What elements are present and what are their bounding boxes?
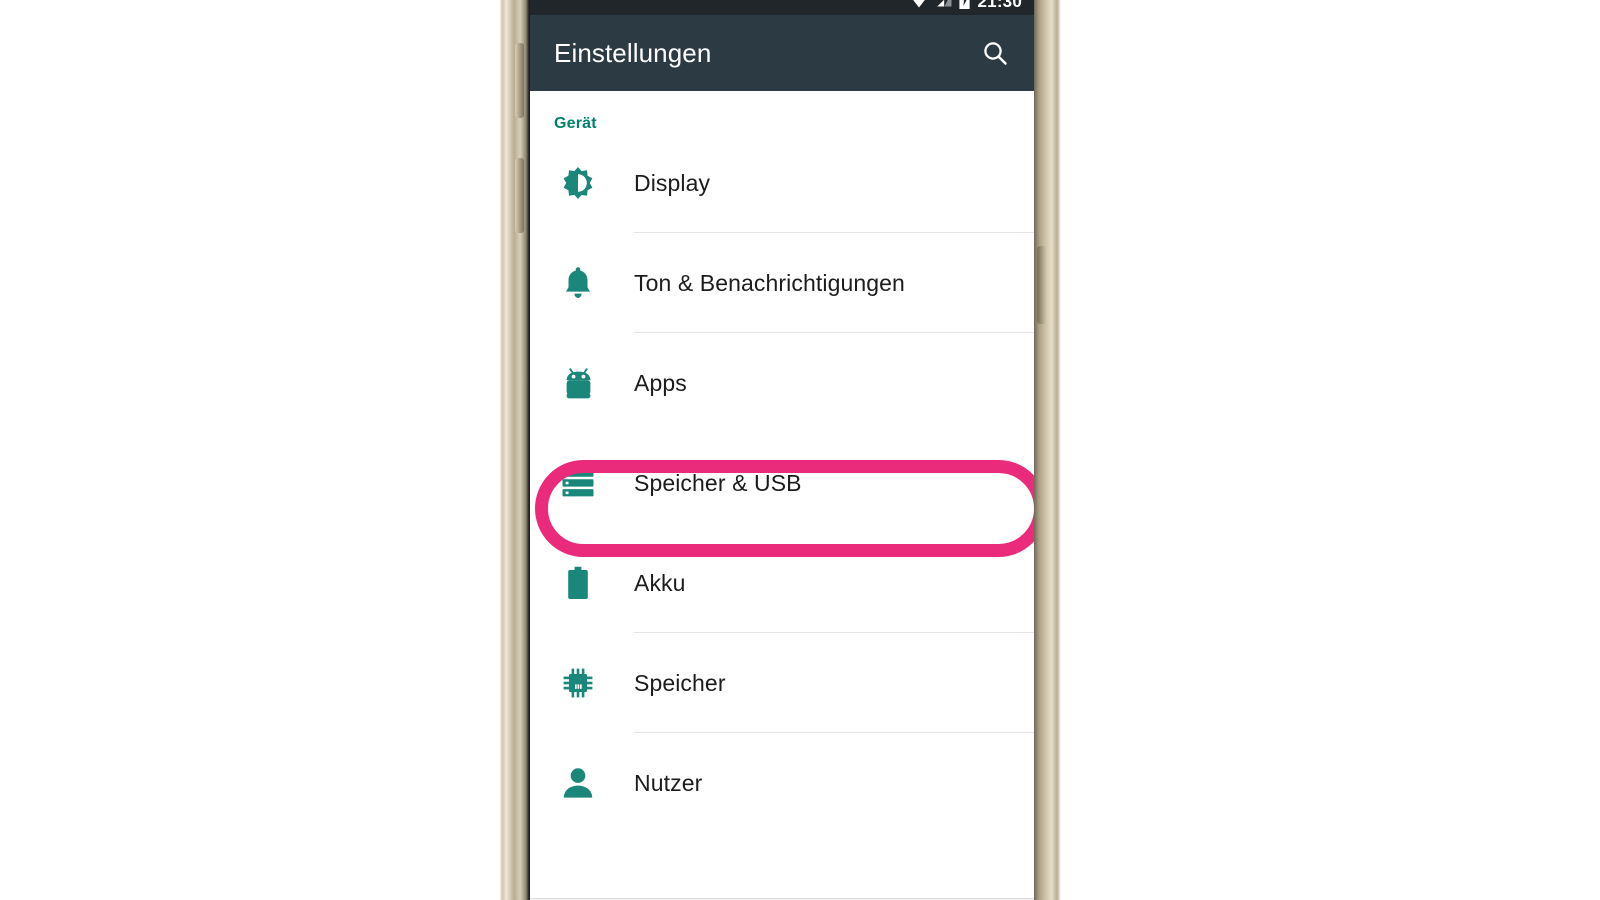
battery-icon (554, 566, 602, 600)
settings-row-display[interactable]: Display (530, 133, 1034, 233)
status-bar-icons (909, 0, 971, 14)
settings-row-label: Nutzer (634, 769, 703, 796)
settings-row-label: Ton & Benachrichtigungen (634, 269, 905, 296)
settings-row-label: Speicher & USB (634, 469, 802, 496)
settings-row-label: Display (634, 169, 711, 196)
screenshot-stage: 21:30 Einstellungen Gerät Display Ton & … (0, 0, 1600, 900)
bell-icon (554, 266, 602, 300)
power-button[interactable] (1037, 246, 1046, 324)
volume-down-button[interactable] (515, 158, 524, 233)
status-bar: 21:30 (530, 0, 1034, 15)
battery-charging-icon (958, 0, 971, 14)
page-title: Einstellungen (554, 37, 712, 68)
volume-up-button[interactable] (515, 43, 524, 118)
phone-screen: 21:30 Einstellungen Gerät Display Ton & … (530, 0, 1034, 900)
search-icon[interactable] (974, 32, 1016, 74)
phone-frame-left (497, 0, 530, 900)
settings-row-nutzer[interactable]: Nutzer (530, 733, 1034, 833)
settings-row-label: Speicher (634, 669, 726, 696)
settings-row-speicher[interactable]: Speicher (530, 633, 1034, 733)
app-bar: Einstellungen (530, 15, 1034, 91)
settings-row-label: Apps (634, 369, 687, 396)
settings-row-speicher-usb[interactable]: Speicher & USB (530, 433, 1034, 533)
android-robot-icon (554, 367, 602, 399)
cellular-signal-icon (934, 0, 953, 13)
person-icon (554, 767, 602, 799)
status-bar-clock: 21:30 (977, 0, 1022, 11)
settings-row-apps[interactable]: Apps (530, 333, 1034, 433)
settings-list: Gerät Display Ton & Benachrichtigungen A… (530, 91, 1034, 900)
phone-frame-right (1030, 0, 1063, 900)
settings-row-akku[interactable]: Akku (530, 533, 1034, 633)
settings-row-ton-benachrichtigungen[interactable]: Ton & Benachrichtigungen (530, 233, 1034, 333)
section-header-geraet: Gerät (554, 115, 597, 132)
settings-row-label: Akku (634, 569, 686, 596)
memory-chip-icon (554, 667, 602, 699)
phone-device: 21:30 Einstellungen Gerät Display Ton & … (497, 0, 1063, 900)
wifi-icon (909, 0, 929, 13)
storage-icon (554, 468, 602, 498)
brightness-icon (554, 166, 602, 200)
